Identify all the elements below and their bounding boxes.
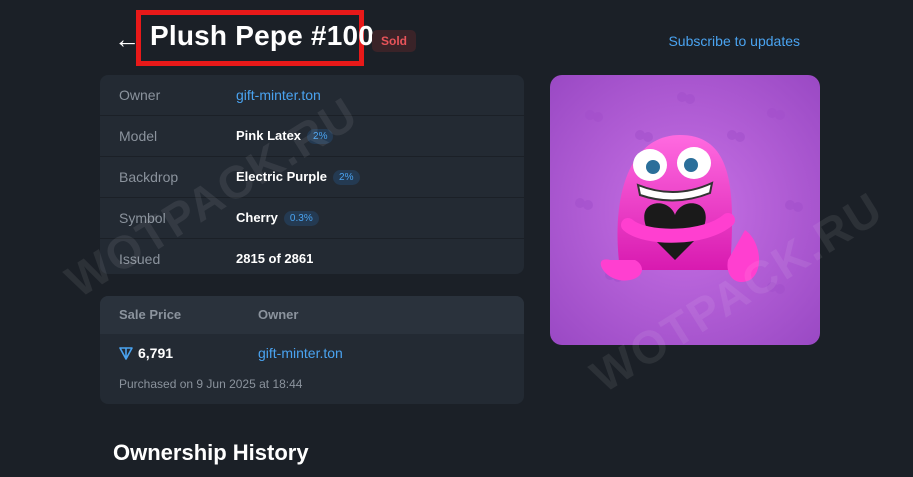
gift-info-panel: Owner gift-minter.ton Model Pink Latex 2%…	[100, 75, 524, 274]
info-row-backdrop: Backdrop Electric Purple 2%	[100, 157, 524, 198]
sale-table-header: Sale Price Owner	[100, 296, 524, 334]
owner-link[interactable]: gift-minter.ton	[236, 87, 321, 103]
issued-value: 2815 of 2861	[236, 251, 314, 266]
info-label: Symbol	[119, 210, 166, 226]
info-row-symbol: Symbol Cherry 0.3%	[100, 198, 524, 239]
status-badge: Sold	[372, 30, 416, 52]
sale-owner-header: Owner	[258, 307, 299, 322]
info-label: Backdrop	[119, 169, 179, 185]
rarity-pill: 2%	[307, 129, 334, 144]
model-value: Pink Latex 2%	[236, 128, 334, 144]
arrow-left-icon[interactable]: ←	[114, 25, 140, 53]
rarity-pill: 2%	[333, 170, 360, 185]
ton-icon	[119, 347, 133, 360]
subscribe-link[interactable]: Subscribe to updates	[668, 33, 800, 49]
purchase-date: Purchased on 9 Jun 2025 at 18:44	[119, 377, 303, 391]
sale-owner-link[interactable]: gift-minter.ton	[258, 345, 343, 361]
info-label: Issued	[119, 251, 161, 267]
page-header: ← Plush Pepe #100 Sold Subscribe to upda…	[114, 10, 804, 66]
page-title: Plush Pepe #100	[150, 20, 375, 51]
backdrop-value: Electric Purple 2%	[236, 169, 360, 185]
info-row-owner: Owner gift-minter.ton	[100, 75, 524, 116]
symbol-value: Cherry 0.3%	[236, 210, 319, 226]
sale-panel: Sale Price Owner 6,791 gift-minter.ton P…	[100, 296, 524, 404]
info-row-issued: Issued 2815 of 2861	[100, 239, 524, 274]
sale-price-header: Sale Price	[119, 307, 182, 322]
model-text: Pink Latex	[236, 128, 302, 143]
info-label: Model	[119, 128, 158, 144]
rarity-pill: 0.3%	[283, 211, 319, 226]
symbol-text: Cherry	[236, 210, 278, 225]
backdrop-text: Electric Purple	[236, 169, 328, 184]
info-row-model: Model Pink Latex 2%	[100, 116, 524, 157]
gift-image	[550, 75, 820, 345]
sale-price: 6,791	[138, 345, 174, 361]
plush-pepe-illustration	[550, 75, 820, 345]
ownership-history-heading: Ownership History	[113, 440, 309, 465]
info-label: Owner	[119, 87, 161, 103]
